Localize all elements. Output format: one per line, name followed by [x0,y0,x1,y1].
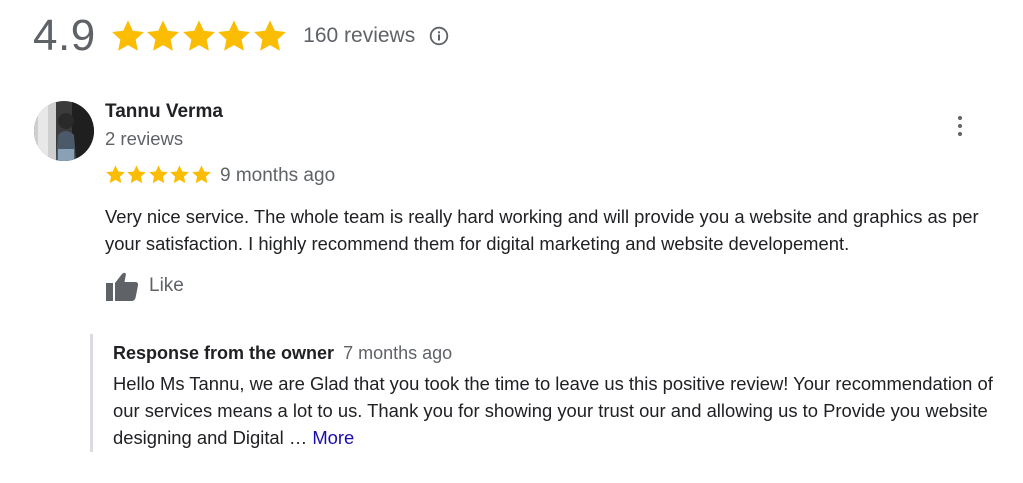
owner-response-body: Hello Ms Tannu, we are Glad that you too… [113,370,1003,451]
info-icon[interactable] [429,26,449,46]
review-text: Very nice service. The whole team is rea… [105,206,979,254]
reviews-count[interactable]: 160 reviews [303,24,415,48]
star-icon [182,20,215,51]
star-icon [127,165,147,184]
rating-summary: 4.9 160 reviews [33,8,449,64]
more-vert-icon[interactable] [948,112,972,140]
owner-response-time: 7 months ago [343,343,453,363]
star-icon [191,165,211,184]
owner-response-header: Response from the owner 7 months ago [113,343,452,364]
reviewer-name[interactable]: Tannu Verma [105,101,223,123]
review-star-rating [105,164,212,185]
owner-response: Response from the owner 7 months ago Hel… [90,334,1013,452]
reviewer-review-count: 2 reviews [105,128,184,149]
star-icon [106,165,125,184]
star-icon [149,165,168,184]
star-icon [147,20,180,51]
star-icon [170,165,189,184]
more-link[interactable]: More [312,427,354,448]
average-rating: 4.9 [33,11,96,60]
like-label: Like [149,275,184,296]
star-icon [253,20,286,51]
owner-response-text: Hello Ms Tannu, we are Glad that you too… [113,373,993,448]
owner-response-title: Response from the owner [113,343,335,363]
review-time: 9 months ago [220,165,336,186]
like-button[interactable]: Like [105,270,184,302]
star-icon [218,20,251,51]
thumbs-up-icon [106,272,139,301]
avatar[interactable] [34,101,94,161]
star-icon [111,20,144,51]
average-star-rating [110,18,288,54]
